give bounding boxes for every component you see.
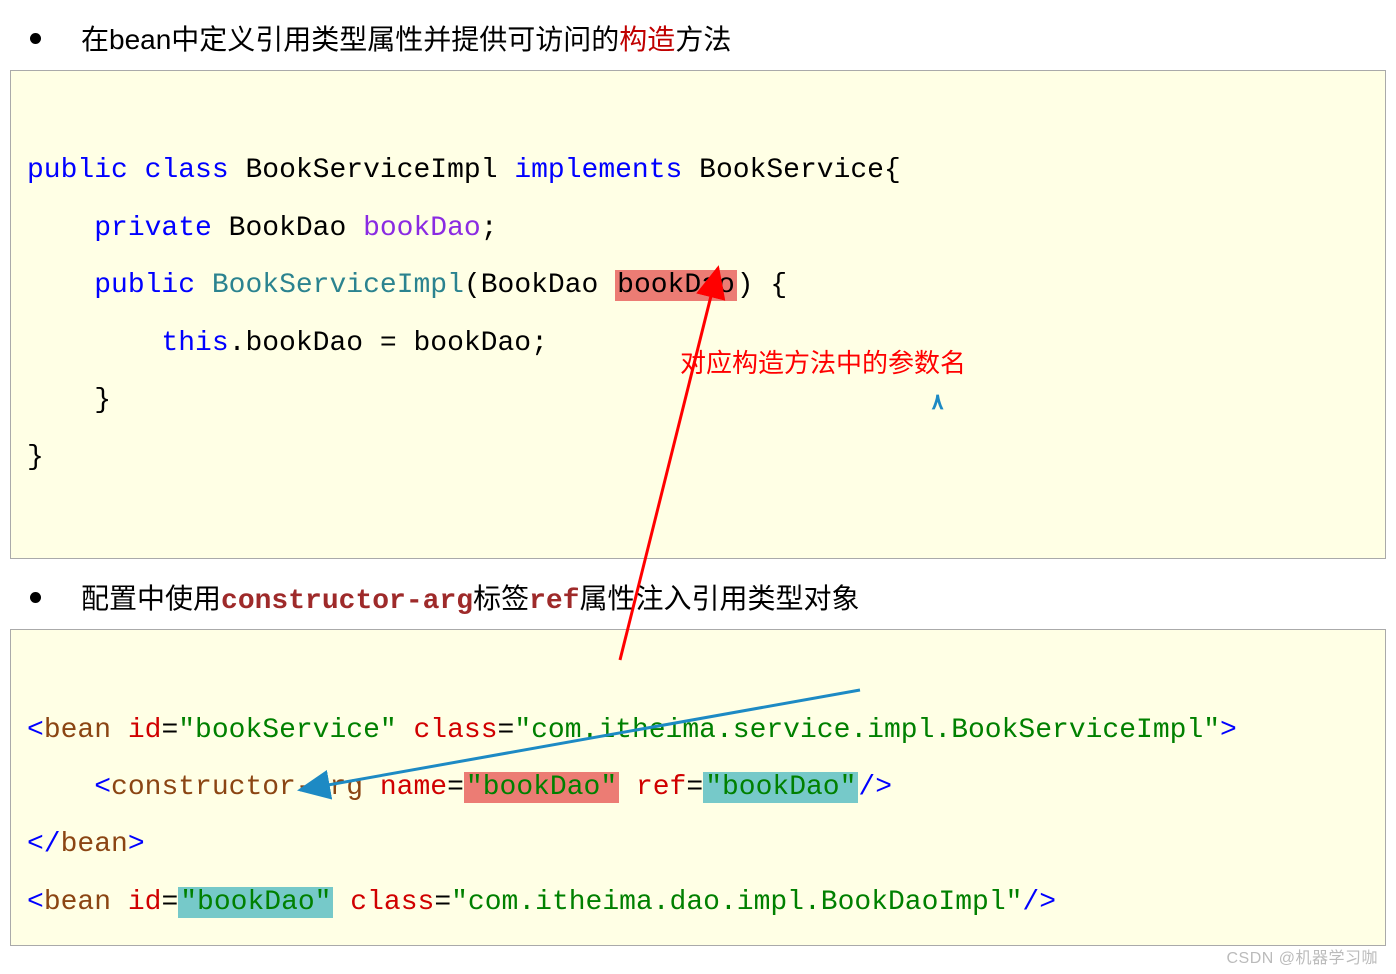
brace-close-1: } — [27, 385, 111, 416]
tag-ctor-arg: constructor-arg — [111, 772, 380, 803]
attr-class: class — [414, 715, 498, 746]
bullet-2-text: 配置中使用constructor-arg标签ref属性注入引用类型对象 — [81, 577, 860, 617]
bullet-2-prefix: 配置中使用 — [81, 583, 221, 614]
eq: = — [498, 715, 515, 746]
kw-public-2: public — [94, 270, 195, 301]
tag-bean-2: bean — [44, 887, 128, 918]
val-class-2: "com.itheima.dao.impl.BookDaoImpl" — [451, 887, 1022, 918]
kw-public: public — [27, 155, 128, 186]
bullet-2: 配置中使用constructor-arg标签ref属性注入引用类型对象 — [30, 577, 1386, 617]
indent — [27, 772, 94, 803]
eq: = — [161, 887, 178, 918]
tag-bean: bean — [44, 715, 128, 746]
kw-class: class — [145, 155, 229, 186]
brace-close-2: } — [27, 442, 44, 473]
eq: = — [686, 772, 703, 803]
ctor-param-highlight: bookDao — [615, 270, 737, 301]
bullet-1-text: 在bean中定义引用类型属性并提供可访问的构造方法 — [81, 18, 731, 58]
bullet-2-mid: 标签 — [473, 583, 529, 614]
attr-class-2: class — [350, 887, 434, 918]
bullet-1-suffix: 方法 — [675, 24, 731, 55]
class-name: BookServiceImpl — [229, 155, 515, 186]
watermark-text: CSDN @机器学习咖 — [1226, 944, 1378, 968]
attr-id: id — [128, 715, 162, 746]
sp — [619, 772, 636, 803]
val-bookdao-highlight: "bookDao" — [178, 887, 333, 918]
field-type: BookDao — [212, 213, 363, 244]
val-name-highlight: "bookDao" — [464, 772, 619, 803]
bullet-2-code2: ref — [529, 586, 579, 617]
ctor-name: BookServiceImpl — [212, 270, 464, 301]
ctor-close: ) { — [737, 270, 787, 301]
semi: ; — [481, 213, 498, 244]
bullet-2-code1: constructor-arg — [221, 586, 473, 617]
assign: .bookDao = bookDao; — [229, 328, 548, 359]
lt: < — [94, 772, 111, 803]
attr-name: name — [380, 772, 447, 803]
slash-gt: /> — [858, 772, 892, 803]
bullet-1: 在bean中定义引用类型属性并提供可访问的构造方法 — [30, 18, 1386, 58]
val-bookservice: "bookService" — [178, 715, 396, 746]
eq: = — [447, 772, 464, 803]
code-block-java: public class BookServiceImpl implements … — [10, 70, 1386, 559]
kw-this: this — [161, 328, 228, 359]
sp — [333, 887, 350, 918]
sp — [397, 715, 414, 746]
field-name: bookDao — [363, 213, 481, 244]
val-class: "com.itheima.service.impl.BookServiceImp… — [514, 715, 1220, 746]
kw-implements: implements — [514, 155, 682, 186]
annotation-red-text: 对应构造方法中的参数名 — [680, 343, 966, 380]
eq: = — [434, 887, 451, 918]
code-block-xml: <bean id="bookService" class="com.itheim… — [10, 629, 1386, 946]
bullet-2-suffix: 属性注入引用类型对象 — [580, 583, 860, 614]
val-ref-highlight: "bookDao" — [703, 772, 858, 803]
bullet-icon — [30, 33, 41, 44]
attr-ref: ref — [636, 772, 686, 803]
ctor-open: (BookDao — [464, 270, 615, 301]
eq: = — [161, 715, 178, 746]
gt: > — [1220, 715, 1237, 746]
bullet-icon — [30, 592, 41, 603]
slash-gt: /> — [1022, 887, 1056, 918]
kw-private: private — [94, 213, 212, 244]
bullet-1-highlight: 构造 — [619, 24, 675, 55]
caret-icon: ٨ — [931, 381, 944, 426]
sp — [195, 270, 212, 301]
attr-id-2: id — [128, 887, 162, 918]
bullet-1-prefix: 在bean中定义引用类型属性并提供可访问的 — [81, 24, 619, 55]
lt: < — [27, 715, 44, 746]
iface-name: BookService{ — [682, 155, 900, 186]
lt: < — [27, 887, 44, 918]
